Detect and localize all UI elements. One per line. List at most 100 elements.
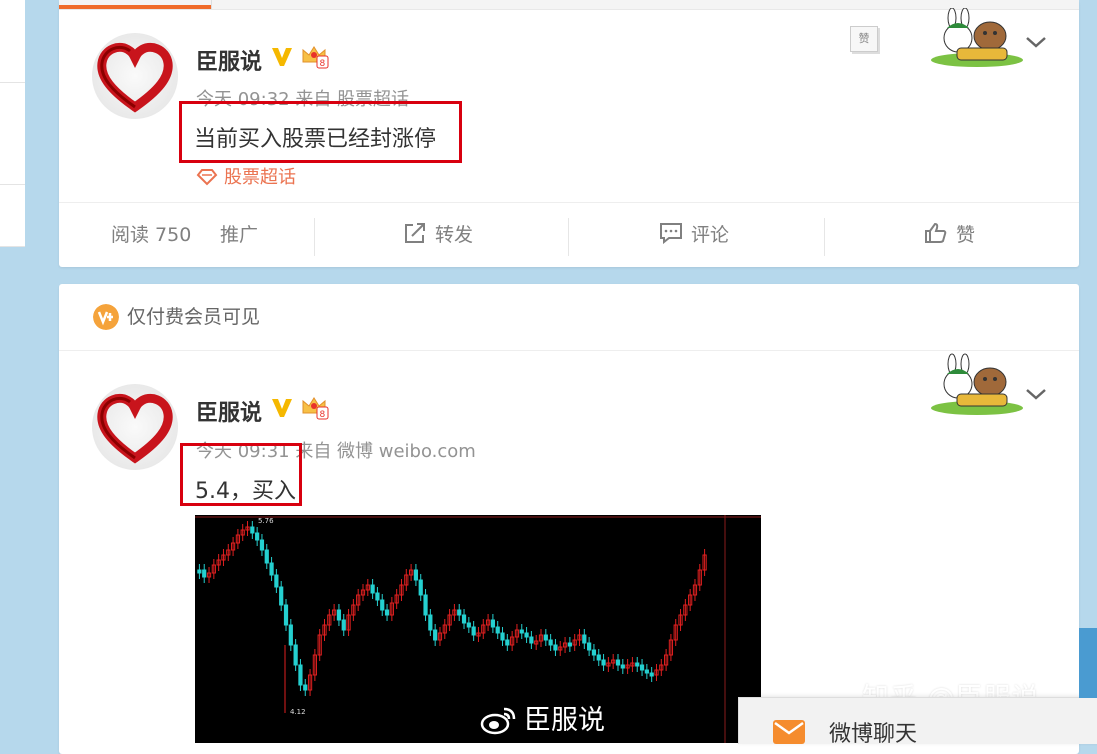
- weibo-post-card: 臣服说 8 今天 09:32 来自 股票超话 当前买入股票已经封涨停 股票超话 …: [59, 0, 1079, 267]
- action-bar: 阅读 750 推广 转发 评论 赞: [59, 202, 1079, 268]
- candle-body: [620, 664, 625, 669]
- candle-body: [423, 594, 428, 616]
- candle-body: [303, 684, 308, 691]
- candle-body: [461, 614, 467, 624]
- highlight-box: [180, 443, 302, 506]
- candle-body: [433, 629, 438, 641]
- repost-button[interactable]: 转发: [403, 203, 473, 268]
- weibo-watermark: 臣服说: [480, 698, 605, 737]
- repost-label: 转发: [435, 224, 474, 246]
- candle-body: [582, 634, 587, 644]
- candle-body: [413, 569, 419, 581]
- verified-v-icon[interactable]: [270, 44, 294, 68]
- verified-v-icon[interactable]: [270, 395, 294, 419]
- diamond-icon: [196, 169, 218, 186]
- weibo-chat-popup[interactable]: 微博聊天: [738, 697, 1097, 747]
- svg-text:8: 8: [320, 59, 326, 69]
- chat-label: 微博聊天: [829, 722, 918, 747]
- candlestick-chart: 5.76 4.12: [195, 515, 761, 743]
- member-crown-icon[interactable]: 8: [300, 395, 330, 421]
- chevron-down-icon[interactable]: [1024, 34, 1048, 50]
- tab-divider: [211, 0, 212, 9]
- candle-body: [591, 649, 597, 656]
- like-label: 赞: [956, 224, 976, 246]
- avatar[interactable]: [92, 33, 178, 119]
- feed-tab-bar: [59, 0, 1079, 10]
- bunny-bear-sticker-icon: [931, 353, 1023, 415]
- avatar[interactable]: [92, 384, 178, 470]
- candle-body: [293, 644, 298, 666]
- comment-icon: [660, 223, 682, 244]
- candle-body: [495, 626, 500, 634]
- topic-label: 股票超话: [224, 167, 296, 188]
- candle-body: [375, 592, 380, 601]
- username[interactable]: 臣服说: [196, 395, 262, 427]
- promote-button[interactable]: 推广: [220, 203, 258, 268]
- vip-member-icon: [93, 304, 119, 330]
- action-divider: [824, 218, 825, 256]
- highlight-box: [179, 101, 462, 163]
- candle-body: [553, 644, 558, 651]
- candle-body: [548, 639, 553, 646]
- weibo-watermark-text: 臣服说: [524, 705, 605, 736]
- svg-text:8: 8: [320, 410, 326, 420]
- member-notice-bar: 仅付费会员可见: [59, 284, 1079, 351]
- left-sidebar-panel: [0, 0, 25, 247]
- sidebar-divider: [0, 184, 25, 185]
- candle-body: [615, 659, 621, 666]
- candle-body: [336, 609, 342, 621]
- candle-body: [197, 569, 202, 574]
- candle-body: [259, 539, 265, 551]
- candle-body: [500, 632, 505, 641]
- candle-body: [269, 562, 274, 576]
- candle-body: [644, 669, 649, 674]
- candle-body: [457, 609, 462, 616]
- chart-annotation-high: 5.76: [258, 517, 274, 525]
- candle-body: [255, 532, 260, 541]
- candle-body: [490, 619, 496, 628]
- like-badge[interactable]: 赞: [850, 26, 878, 52]
- weibo-logo-icon: [480, 707, 516, 735]
- action-divider: [314, 218, 315, 256]
- candle-body: [298, 664, 303, 686]
- candle-body: [250, 526, 255, 534]
- candle-body: [466, 622, 471, 628]
- candle-body: [505, 639, 510, 646]
- candle-body: [202, 569, 207, 578]
- candle-body: [601, 659, 606, 666]
- candle-body: [341, 619, 346, 631]
- comment-label: 评论: [691, 224, 730, 246]
- member-crown-icon[interactable]: 8: [300, 44, 330, 70]
- candle-body: [418, 579, 423, 596]
- candle-body: [639, 664, 645, 671]
- right-edge-strip: [1079, 628, 1097, 698]
- candle-body: [524, 632, 529, 638]
- candle-body: [288, 624, 293, 646]
- stock-chart-image[interactable]: 5.76 4.12: [195, 515, 761, 743]
- candle-body: [264, 549, 269, 564]
- repost-icon: [405, 223, 425, 243]
- candle-body: [279, 586, 284, 606]
- candle-body: [283, 604, 289, 626]
- active-tab-indicator[interactable]: [59, 5, 211, 9]
- candle-body: [529, 636, 534, 644]
- comment-button[interactable]: 评论: [659, 203, 729, 268]
- candle-body: [519, 629, 524, 634]
- username[interactable]: 臣服说: [196, 44, 262, 76]
- candle-body: [380, 599, 385, 611]
- candle-body: [384, 609, 390, 616]
- chevron-down-icon[interactable]: [1024, 386, 1048, 402]
- candle-body: [543, 634, 548, 641]
- like-button[interactable]: 赞: [924, 203, 975, 268]
- chart-annotation-low: 4.12: [290, 708, 306, 716]
- candle-body: [649, 672, 654, 677]
- candle-body: [567, 642, 572, 647]
- candle-body: [635, 662, 640, 667]
- member-notice: 仅付费会员可见: [127, 306, 261, 328]
- sidebar-divider: [0, 82, 25, 83]
- topic-link[interactable]: 股票超话: [196, 163, 296, 189]
- heart-avatar-icon: [97, 394, 173, 464]
- candle-body: [587, 642, 592, 651]
- mail-icon: [773, 720, 805, 744]
- action-divider: [568, 218, 569, 256]
